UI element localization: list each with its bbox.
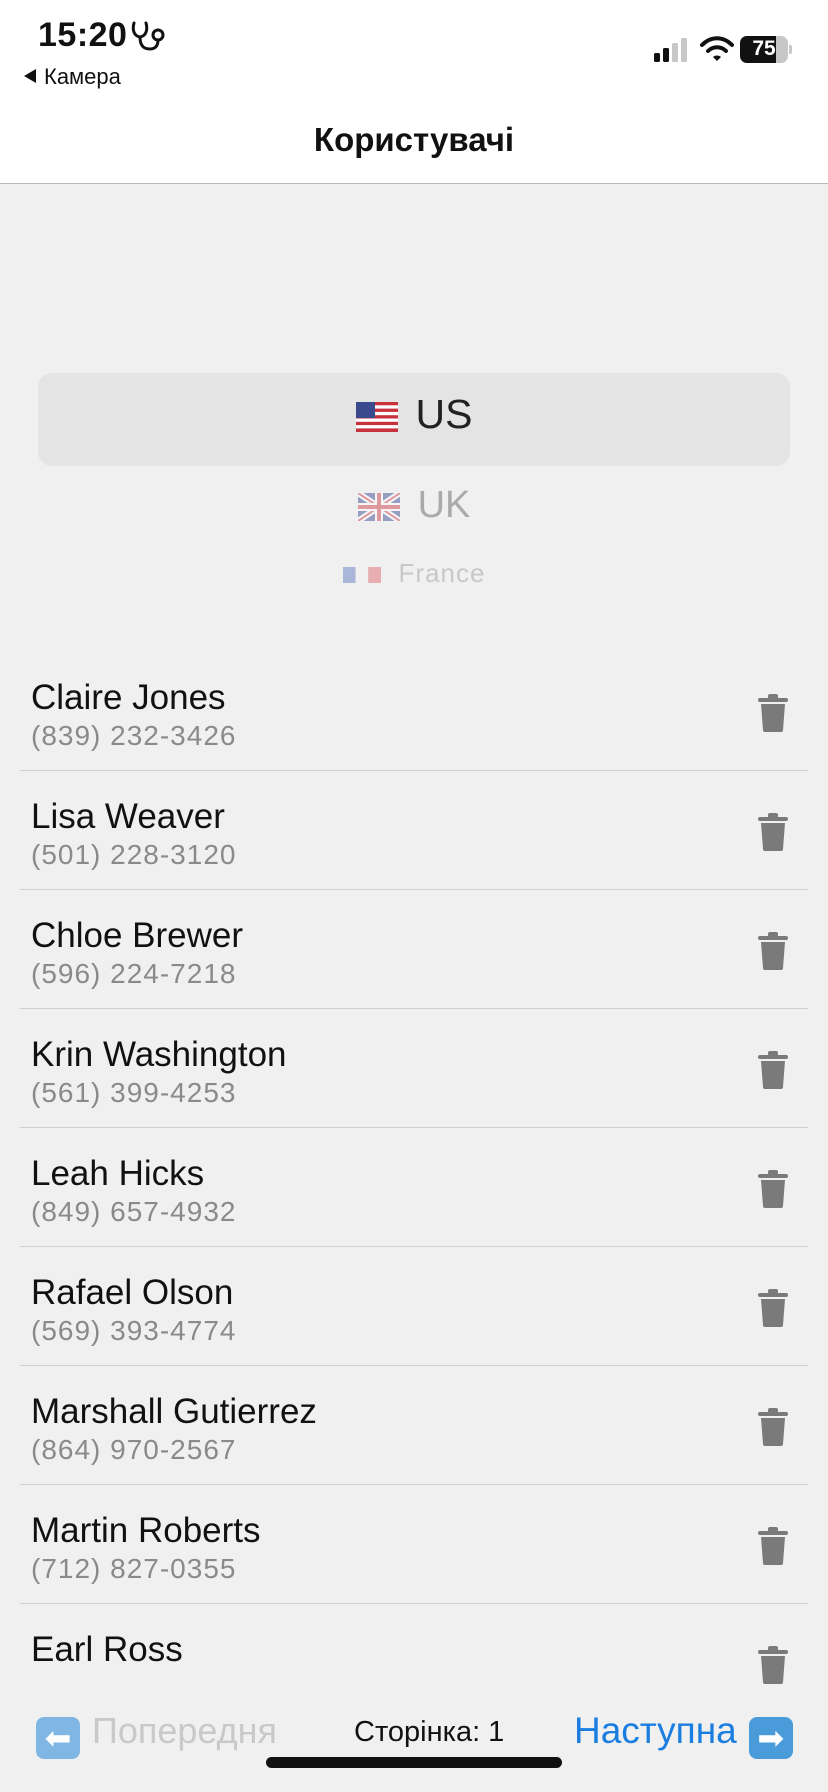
back-app-label: Камера [44,64,121,89]
country-picker[interactable]: US UK France [0,184,828,614]
trash-icon [758,813,788,851]
user-row[interactable]: Lisa Weaver (501) 228-3120 [20,771,808,890]
next-page-label: Наступна [574,1710,737,1751]
delete-user-button[interactable] [758,1646,788,1684]
user-name: Marshall Gutierrez [31,1392,317,1431]
back-to-camera-link[interactable]: Камера [24,64,121,90]
delete-user-button[interactable] [758,1170,788,1208]
delete-user-button[interactable] [758,1527,788,1565]
user-phone: (712) 827-0355 [31,1553,237,1584]
picker-option-uk[interactable]: UK [0,484,828,527]
home-indicator[interactable] [266,1757,562,1768]
delete-user-button[interactable] [758,1289,788,1327]
right-arrow-icon: ➡ [748,1717,793,1759]
user-row[interactable]: Leah Hicks (849) 657-4932 [20,1128,808,1247]
user-phone: (561) 399-4253 [31,1077,237,1108]
wifi-icon [700,36,734,61]
previous-page-label: Попередня [92,1710,278,1751]
trash-icon [758,1170,788,1208]
left-arrow-icon: ⬅ [36,1717,80,1759]
fr-flag-icon [342,567,381,584]
back-triangle-icon [24,69,36,83]
trash-icon [758,694,788,732]
previous-page-button[interactable]: ⬅ Попередня [36,1710,277,1759]
trash-icon [758,1646,788,1684]
user-phone: (849) 657-4932 [31,1196,237,1227]
user-row[interactable]: Chloe Brewer (596) 224-7218 [20,890,808,1009]
user-phone: (569) 393-4774 [31,1315,237,1346]
battery-percent: 75 [752,37,776,60]
trash-icon [758,1051,788,1089]
trash-icon [758,1408,788,1446]
picker-option-label: UK [417,484,471,526]
user-phone: (501) 228-3120 [31,839,237,870]
user-name: Lisa Weaver [31,797,225,836]
user-phone: (596) 224-7218 [31,958,237,989]
user-name: Leah Hicks [31,1154,205,1193]
user-phone: (839) 232-3426 [31,720,237,751]
page-indicator: Сторінка: 1 [354,1716,505,1748]
delete-user-button[interactable] [758,1051,788,1089]
delete-user-button[interactable] [758,932,788,970]
trash-icon [758,1527,788,1565]
uk-flag-icon [357,492,400,521]
user-name: Chloe Brewer [31,916,244,955]
picker-option-label: US [415,391,473,437]
navigation-bar: Користувачі [0,95,828,184]
next-page-button[interactable]: Наступна ➡ [574,1710,793,1759]
cellular-signal-icon [654,38,687,62]
trash-icon [758,932,788,970]
user-name: Rafael Olson [31,1273,234,1312]
picker-option-us[interactable]: US [0,391,828,438]
status-time: 15:20 [38,16,128,54]
user-name: Earl Ross [31,1630,183,1669]
pagination-bar: ⬅ Попередня Сторінка: 1 Наступна ➡ [0,1690,828,1792]
picker-option-label: France [398,558,486,588]
delete-user-button[interactable] [758,813,788,851]
delete-user-button[interactable] [758,694,788,732]
delete-user-button[interactable] [758,1408,788,1446]
user-row[interactable]: Martin Roberts (712) 827-0355 [20,1485,808,1604]
user-phone: (864) 970-2567 [31,1434,237,1465]
user-name: Krin Washington [31,1035,287,1074]
page-title: Користувачі [313,121,515,158]
user-row[interactable]: Marshall Gutierrez (864) 970-2567 [20,1366,808,1485]
user-list: Claire Jones (839) 232-3426 Lisa Weaver (50… [0,652,828,1723]
picker-option-france[interactable]: France [0,558,828,592]
user-name: Martin Roberts [31,1511,261,1550]
user-row[interactable]: Claire Jones (839) 232-3426 [20,652,808,771]
user-row[interactable]: Rafael Olson (569) 393-4774 [20,1247,808,1366]
status-bar: 15:20 Камера 75 [0,0,828,95]
battery-indicator: 75 [740,36,792,63]
stethoscope-icon [131,21,165,51]
us-flag-icon [355,402,398,433]
user-row[interactable]: Krin Washington (561) 399-4253 [20,1009,808,1128]
user-name: Claire Jones [31,678,226,717]
trash-icon [758,1289,788,1327]
